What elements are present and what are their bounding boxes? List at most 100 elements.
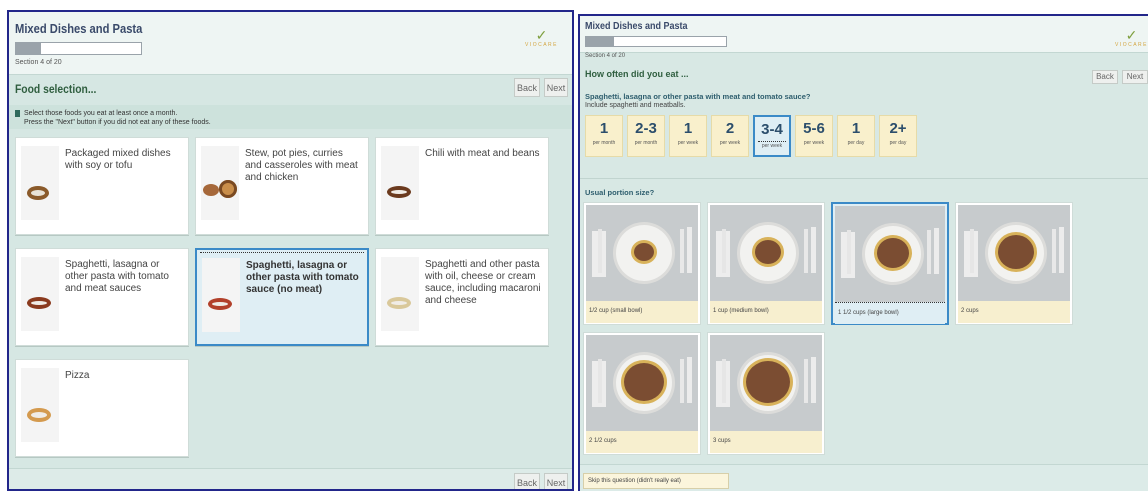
logo-wordmark: VIOCARE — [524, 42, 558, 48]
food-image — [381, 146, 419, 220]
food-label: Stew, pot pies, curries and casseroles w… — [245, 148, 358, 183]
food-question: Spaghetti, lasagna or other pasta with m… — [585, 92, 811, 101]
section-title: Mixed Dishes and Pasta — [585, 21, 688, 32]
portion-photo — [710, 335, 822, 431]
frequency-option[interactable]: 1 per month — [585, 115, 623, 157]
frequency-unit: per day — [889, 140, 907, 146]
footer — [9, 468, 572, 489]
portion-option[interactable]: 2 cups — [955, 202, 1073, 325]
portion-label: 3 cups — [710, 431, 822, 453]
frequency-unit: per day — [847, 140, 865, 146]
logo-wordmark: VIOCARE — [1114, 42, 1148, 48]
frequency-option[interactable]: 5-6 per week — [795, 115, 833, 157]
question-hint: Include spaghetti and meatballs. — [585, 102, 686, 109]
food-label: Spaghetti, lasagna or other pasta with t… — [65, 259, 169, 294]
frequency-unit: per month — [592, 140, 616, 146]
frequency-count: 1 — [851, 120, 861, 137]
header: Mixed Dishes and Pasta Section 4 of 20 ✓… — [9, 12, 572, 75]
viocare-logo: ✓ VIOCARE — [525, 28, 558, 48]
logo-check-icon: ✓ — [535, 27, 548, 43]
frequency-count: 2+ — [889, 120, 907, 137]
frequency-unit: per week — [719, 140, 741, 146]
food-image — [202, 258, 240, 332]
food-image — [21, 368, 59, 442]
frequency-unit: per week — [758, 141, 786, 149]
section-title: Mixed Dishes and Pasta — [15, 21, 143, 36]
portion-option[interactable]: 2 1/2 cups — [583, 332, 701, 455]
portion-label: 1 cup (medium bowl) — [710, 301, 822, 323]
portion-label: 1 1/2 cups (large bowl) — [835, 302, 945, 324]
portion-option-selected[interactable]: 1 1/2 cups (large bowl) — [831, 202, 949, 325]
viocare-logo: ✓ VIOCARE — [1115, 28, 1148, 48]
progress-bar — [15, 42, 142, 55]
frequency-option[interactable]: 2+ per day — [879, 115, 917, 157]
section-counter: Section 4 of 20 — [15, 59, 62, 66]
logo-check-icon: ✓ — [1125, 27, 1138, 43]
page-title: How often did you eat ... — [585, 69, 689, 79]
next-button[interactable]: Next — [544, 78, 568, 97]
food-image — [381, 257, 419, 331]
portion-photo — [958, 205, 1070, 301]
portion-photo — [586, 335, 698, 431]
food-label: Spaghetti, lasagna or other pasta with t… — [246, 260, 359, 295]
back-button[interactable]: Back — [514, 78, 540, 97]
food-card-packaged-mixed-dishes[interactable]: Packaged mixed dishes with soy or tofu — [15, 137, 189, 235]
portion-photo — [835, 206, 945, 302]
portion-photo — [710, 205, 822, 301]
frequency-unit: per month — [634, 140, 658, 146]
food-label: Spaghetti and other pasta with oil, chee… — [425, 259, 541, 306]
food-image — [21, 146, 59, 220]
food-label: Chili with meat and beans — [425, 148, 540, 159]
food-card-pizza[interactable]: Pizza — [15, 359, 189, 457]
food-card-spaghetti-tomato-sauce[interactable]: Spaghetti, lasagna or other pasta with t… — [195, 248, 369, 346]
frequency-option[interactable]: 2-3 per month — [627, 115, 665, 157]
frequency-option[interactable]: 1 per day — [837, 115, 875, 157]
frequency-count: 2-3 — [635, 120, 657, 137]
back-button[interactable]: Back — [1092, 70, 1118, 84]
frequency-unit: per week — [803, 140, 825, 146]
focus-indicator — [200, 252, 364, 253]
progress-bar — [585, 36, 727, 47]
frequency-unit: per week — [677, 140, 699, 146]
instructions: Select those foods you eat at least once… — [15, 109, 211, 127]
frequency-count: 1 — [683, 120, 693, 137]
frequency-option-selected[interactable]: 3-4 per week — [753, 115, 791, 157]
food-card-spaghetti-meat-sauce[interactable]: Spaghetti, lasagna or other pasta with t… — [15, 248, 189, 346]
portion-option[interactable]: 1 cup (medium bowl) — [707, 202, 825, 325]
footer-back-button[interactable]: Back — [514, 473, 540, 489]
frequency-window: Mixed Dishes and Pasta ✓ VIOCARE Section… — [578, 14, 1148, 491]
food-card-chili[interactable]: Chili with meat and beans — [375, 137, 549, 235]
portion-label: 2 cups — [958, 301, 1070, 323]
food-card-spaghetti-oil-cheese[interactable]: Spaghetti and other pasta with oil, chee… — [375, 248, 549, 346]
divider — [580, 178, 1148, 179]
portion-photo — [586, 205, 698, 301]
section-counter: Section 4 of 20 — [585, 53, 626, 59]
food-image — [21, 257, 59, 331]
instruction-line-1: Select those foods you eat at least once… — [24, 110, 178, 117]
food-label: Pizza — [65, 370, 90, 381]
frequency-count: 5-6 — [803, 120, 825, 137]
portion-label: 2 1/2 cups — [586, 431, 698, 453]
food-card-stew-pot-pies[interactable]: Stew, pot pies, curries and casseroles w… — [195, 137, 369, 235]
instruction-line-2: Press the "Next" button if you did not e… — [24, 119, 211, 126]
screenshot-root: Mixed Dishes and Pasta Section 4 of 20 ✓… — [0, 0, 1148, 491]
progress-fill — [586, 37, 614, 46]
portion-label: 1/2 cup (small bowl) — [586, 301, 698, 323]
food-image — [201, 146, 239, 220]
food-selection-window: Mixed Dishes and Pasta Section 4 of 20 ✓… — [7, 10, 574, 491]
frequency-count: 2 — [725, 120, 735, 137]
frequency-option[interactable]: 1 per week — [669, 115, 707, 157]
frequency-count: 3-4 — [761, 121, 783, 138]
frequency-option[interactable]: 2 per week — [711, 115, 749, 157]
page-title: Food selection... — [15, 82, 97, 96]
portion-option[interactable]: 1/2 cup (small bowl) — [583, 202, 701, 325]
header: Mixed Dishes and Pasta ✓ VIOCARE — [580, 16, 1148, 53]
frequency-count: 1 — [599, 120, 609, 137]
footer-next-button[interactable]: Next — [544, 473, 568, 489]
portion-question: Usual portion size? — [585, 188, 655, 197]
food-label: Packaged mixed dishes with soy or tofu — [65, 148, 171, 171]
progress-fill — [16, 43, 41, 54]
next-button[interactable]: Next — [1122, 70, 1148, 84]
portion-option[interactable]: 3 cups — [707, 332, 825, 455]
skip-question-button[interactable]: Skip this question (didn't really eat) — [583, 473, 729, 489]
